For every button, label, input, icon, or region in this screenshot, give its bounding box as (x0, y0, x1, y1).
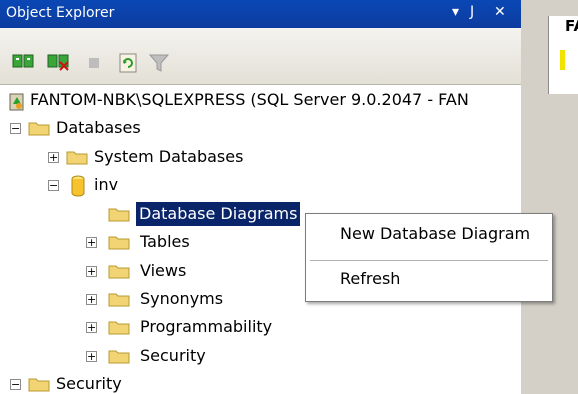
refresh-icon[interactable] (118, 52, 140, 74)
document-tab-label: FA (565, 17, 578, 35)
title-bar: Object Explorer ▾ J ✕ (0, 0, 521, 28)
folder-icon (108, 350, 130, 364)
folder-icon (108, 265, 130, 279)
security-label: Security (56, 374, 122, 393)
views-label: Views (140, 261, 187, 280)
system-databases-label: System Databases (94, 147, 244, 166)
connect-icon[interactable] (12, 52, 36, 72)
edit-marker (560, 50, 565, 70)
close-icon[interactable]: ✕ (494, 4, 506, 20)
programmability-label: Programmability (140, 317, 273, 336)
expand-icon[interactable]: + (86, 266, 97, 277)
databases-label: Databases (56, 118, 141, 137)
synonyms-label: Synonyms (140, 289, 224, 308)
disconnect-icon[interactable] (47, 52, 71, 72)
folder-icon (108, 321, 130, 335)
inv-label: inv (94, 175, 119, 194)
folder-icon (108, 293, 130, 307)
folder-icon (108, 208, 130, 222)
tables-label: Tables (140, 232, 190, 251)
context-menu: New Database Diagram Refresh (305, 213, 553, 302)
toolbar (0, 28, 521, 85)
stop-icon[interactable] (85, 52, 103, 72)
database-diagrams-label: Database Diagrams (136, 202, 301, 226)
menu-separator (310, 260, 548, 261)
folder-icon (66, 151, 88, 165)
panel-title: Object Explorer (6, 5, 115, 21)
database-icon (71, 175, 85, 197)
folder-icon (108, 236, 130, 250)
pin-icon[interactable]: J (470, 4, 474, 20)
folder-icon (28, 378, 50, 392)
dropdown-icon[interactable]: ▾ (452, 4, 459, 20)
folder-icon (28, 122, 50, 136)
expand-icon[interactable]: + (86, 351, 97, 362)
expand-icon[interactable]: + (48, 152, 59, 163)
expand-icon[interactable]: + (86, 322, 97, 333)
collapse-icon[interactable]: − (10, 123, 21, 134)
server-icon (9, 93, 24, 111)
server-label: FANTOM-NBK\SQLEXPRESS (SQL Server 9.0.20… (30, 90, 469, 109)
expand-icon[interactable]: + (86, 237, 97, 248)
filter-icon[interactable] (148, 52, 172, 74)
db-security-label: Security (140, 346, 206, 365)
menu-item-refresh[interactable]: Refresh (340, 269, 400, 288)
object-explorer-window: Object Explorer ▾ J ✕ FANTOM-NBK\SQLEXPR… (0, 0, 521, 394)
expand-icon[interactable]: + (86, 294, 97, 305)
collapse-icon[interactable]: − (48, 180, 59, 191)
menu-item-new-database-diagram[interactable]: New Database Diagram (340, 224, 530, 243)
collapse-icon[interactable]: − (10, 379, 21, 390)
